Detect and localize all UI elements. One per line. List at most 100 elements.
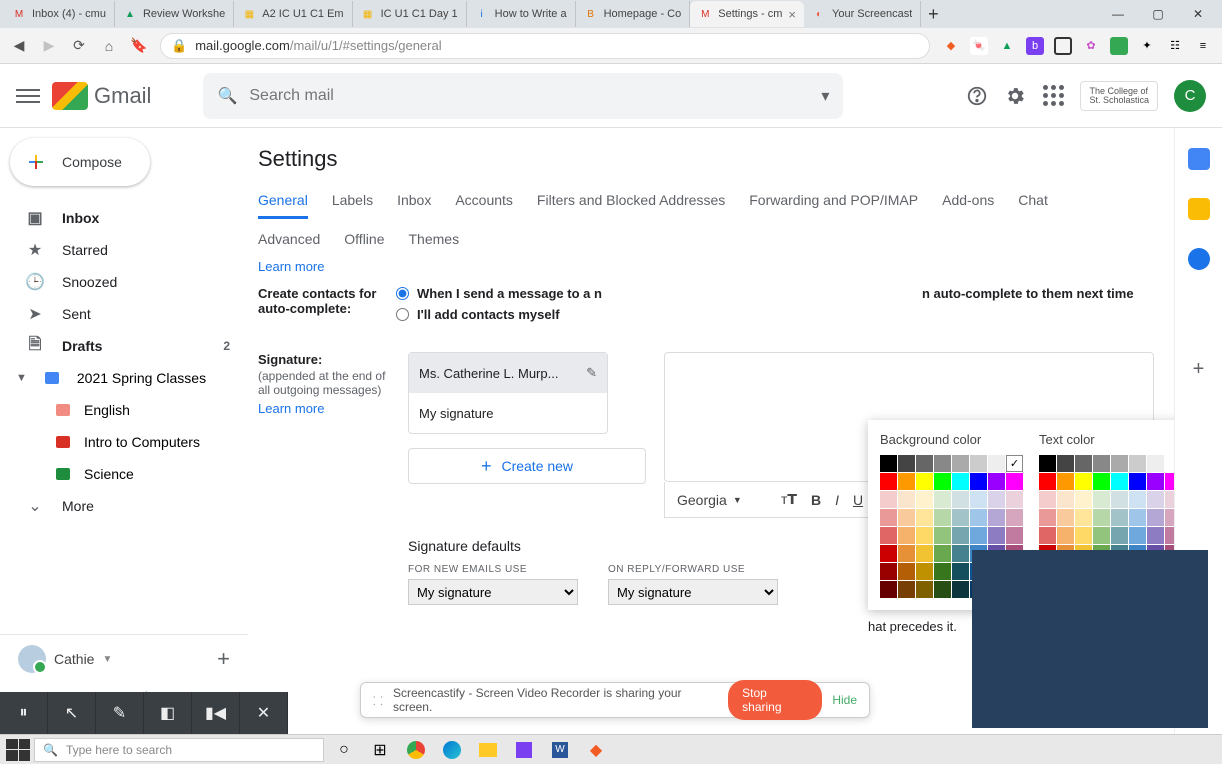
color-swatch[interactable]: [1147, 491, 1164, 508]
color-swatch[interactable]: ✓: [1006, 455, 1023, 472]
edge-taskbar-icon[interactable]: [436, 738, 468, 762]
color-swatch[interactable]: [952, 563, 969, 580]
sidebar-item-2021-spring-classes[interactable]: ▼ 2021 Spring Classes: [0, 362, 248, 394]
color-swatch[interactable]: [1006, 491, 1023, 508]
explorer-taskbar-icon[interactable]: [472, 738, 504, 762]
browser-menu[interactable]: ≡: [1194, 37, 1212, 55]
color-swatch[interactable]: [988, 473, 1005, 490]
cursor-tool-icon[interactable]: ↖: [48, 692, 96, 734]
sidebar-sublabel[interactable]: English: [0, 394, 248, 426]
pause-recording-icon[interactable]: ⏸: [0, 692, 48, 734]
search-input[interactable]: [249, 87, 809, 105]
signature-item-1[interactable]: Ms. Catherine L. Murp... ✎: [409, 353, 607, 393]
color-swatch[interactable]: [1111, 527, 1128, 544]
font-family-select[interactable]: Georgia ▼: [677, 492, 767, 508]
color-swatch[interactable]: [1075, 527, 1092, 544]
calendar-addon-icon[interactable]: [1188, 148, 1210, 170]
color-swatch[interactable]: [916, 527, 933, 544]
color-swatch[interactable]: [952, 491, 969, 508]
color-swatch[interactable]: [1111, 455, 1128, 472]
hangout-name[interactable]: Cathie: [54, 651, 94, 667]
color-swatch[interactable]: [1147, 473, 1164, 490]
account-avatar[interactable]: C: [1174, 80, 1206, 112]
color-swatch[interactable]: [934, 491, 951, 508]
sidebar-sublabel[interactable]: Intro to Computers: [0, 426, 248, 458]
color-swatch[interactable]: [880, 563, 897, 580]
ext-m-icon[interactable]: ✿: [1082, 37, 1100, 55]
on-reply-select[interactable]: My signature: [608, 579, 778, 605]
color-swatch[interactable]: [1075, 509, 1092, 526]
color-swatch[interactable]: [970, 455, 987, 472]
color-swatch[interactable]: [934, 473, 951, 490]
sidebar-item-inbox[interactable]: ▣ Inbox: [0, 202, 248, 234]
color-swatch[interactable]: [988, 491, 1005, 508]
bold-icon[interactable]: B: [811, 492, 821, 508]
ext-sq-icon[interactable]: [1054, 37, 1072, 55]
ext-puzzle-icon[interactable]: ✦: [1138, 37, 1156, 55]
nav-home[interactable]: ⌂: [100, 37, 118, 55]
color-swatch[interactable]: [988, 509, 1005, 526]
settings-tab-chat[interactable]: Chat: [1018, 184, 1048, 219]
color-swatch[interactable]: [1129, 455, 1146, 472]
settings-tab-forwarding-and-pop-imap[interactable]: Forwarding and POP/IMAP: [749, 184, 918, 219]
color-swatch[interactable]: [1039, 473, 1056, 490]
nav-back[interactable]: ◀: [10, 37, 28, 55]
color-swatch[interactable]: [952, 581, 969, 598]
color-swatch[interactable]: [1006, 527, 1023, 544]
color-swatch[interactable]: [1039, 509, 1056, 526]
browser-tab[interactable]: ◐ Your Screencast: [804, 1, 921, 27]
eraser-tool-icon[interactable]: ◧: [144, 692, 192, 734]
color-swatch[interactable]: [1165, 527, 1174, 544]
color-swatch[interactable]: [952, 473, 969, 490]
color-swatch[interactable]: [898, 527, 915, 544]
color-swatch[interactable]: [952, 527, 969, 544]
color-swatch[interactable]: [988, 455, 1005, 472]
color-swatch[interactable]: [898, 473, 915, 490]
sidebar-item-sent[interactable]: ➤ Sent: [0, 298, 248, 330]
color-swatch[interactable]: [970, 473, 987, 490]
learn-more-link[interactable]: Learn more: [258, 259, 1154, 274]
settings-tab-inbox[interactable]: Inbox: [397, 184, 431, 219]
sidebar-sublabel[interactable]: Science: [0, 458, 248, 490]
color-swatch[interactable]: [898, 581, 915, 598]
close-dock-icon[interactable]: ✕: [240, 692, 288, 734]
color-swatch[interactable]: [934, 509, 951, 526]
color-swatch[interactable]: [970, 509, 987, 526]
color-swatch[interactable]: [1006, 509, 1023, 526]
main-menu-icon[interactable]: [16, 84, 40, 108]
color-swatch[interactable]: [1057, 527, 1074, 544]
ext-b-icon[interactable]: b: [1026, 37, 1044, 55]
color-swatch[interactable]: [916, 581, 933, 598]
window-minimize[interactable]: ―: [1098, 1, 1138, 27]
url-field[interactable]: 🔒 mail.google.com/mail/u/1/#settings/gen…: [160, 33, 930, 59]
support-icon[interactable]: [966, 85, 988, 107]
color-swatch[interactable]: [880, 491, 897, 508]
color-swatch[interactable]: [970, 527, 987, 544]
for-new-select[interactable]: My signature: [408, 579, 578, 605]
color-swatch[interactable]: [934, 545, 951, 562]
color-swatch[interactable]: [934, 563, 951, 580]
color-swatch[interactable]: [1165, 491, 1174, 508]
browser-tab[interactable]: ▦ A2 IC U1 C1 Em: [234, 1, 352, 27]
italic-icon[interactable]: I: [835, 492, 839, 508]
color-swatch[interactable]: [952, 455, 969, 472]
edit-icon[interactable]: ✎: [586, 365, 597, 381]
ext-list-icon[interactable]: ☷: [1166, 37, 1184, 55]
browser-tab[interactable]: B Homepage - Co: [576, 1, 691, 27]
color-swatch[interactable]: [898, 509, 915, 526]
color-swatch[interactable]: [898, 563, 915, 580]
tab-close-icon[interactable]: ×: [788, 7, 796, 22]
settings-tab-themes[interactable]: Themes: [409, 225, 460, 253]
webcam-overlay[interactable]: [972, 550, 1208, 728]
settings-tab-offline[interactable]: Offline: [344, 225, 384, 253]
settings-tab-add-ons[interactable]: Add-ons: [942, 184, 994, 219]
color-swatch[interactable]: [916, 563, 933, 580]
color-swatch[interactable]: [1039, 527, 1056, 544]
create-signature-button[interactable]: + Create new: [408, 448, 646, 484]
sidebar-item-snoozed[interactable]: 🕒 Snoozed: [0, 266, 248, 298]
color-swatch[interactable]: [934, 527, 951, 544]
gmail-logo[interactable]: Gmail: [52, 82, 151, 110]
pen-tool-icon[interactable]: ✎: [96, 692, 144, 734]
color-swatch[interactable]: [898, 455, 915, 472]
color-swatch[interactable]: [1039, 455, 1056, 472]
